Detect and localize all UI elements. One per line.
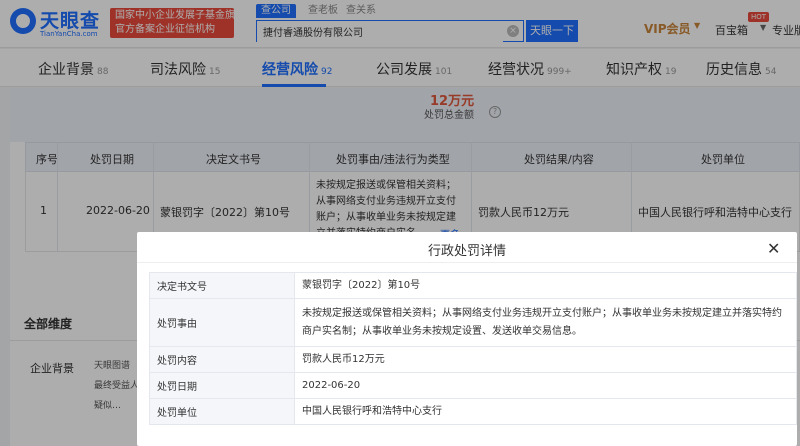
detail-value: 未按规定报送或保管相关资料；从事网络支付业务违规开立支付账户；从事收单业务未按规… — [294, 298, 797, 347]
detail-value: 2022-06-20 — [294, 372, 797, 399]
detail-row: 处罚内容 罚款人民币12万元 — [149, 346, 797, 373]
detail-label: 处罚事由 — [149, 298, 295, 347]
detail-table: 决定书文号 蒙银罚字〔2022〕第10号 处罚事由 未按规定报送或保管相关资料；… — [149, 272, 797, 425]
close-icon[interactable]: ✕ — [767, 239, 780, 258]
detail-row: 处罚日期 2022-06-20 — [149, 372, 797, 399]
detail-label: 处罚单位 — [149, 398, 295, 425]
detail-value: 中国人民银行呼和浩特中心支行 — [294, 398, 797, 425]
modal-divider — [137, 262, 797, 263]
modal-title: 行政处罚详情 — [427, 244, 506, 259]
detail-value: 蒙银罚字〔2022〕第10号 — [294, 272, 797, 299]
detail-value: 罚款人民币12万元 — [294, 346, 797, 373]
detail-row: 处罚单位 中国人民银行呼和浩特中心支行 — [149, 398, 797, 425]
penalty-detail-modal: 行政处罚详情 ✕ 决定书文号 蒙银罚字〔2022〕第10号 处罚事由 未按规定报… — [137, 232, 797, 446]
detail-label: 处罚日期 — [149, 372, 295, 399]
detail-label: 决定书文号 — [149, 272, 295, 299]
detail-label: 处罚内容 — [149, 346, 295, 373]
detail-row: 处罚事由 未按规定报送或保管相关资料；从事网络支付业务违规开立支付账户；从事收单… — [149, 298, 797, 347]
detail-row: 决定书文号 蒙银罚字〔2022〕第10号 — [149, 272, 797, 299]
